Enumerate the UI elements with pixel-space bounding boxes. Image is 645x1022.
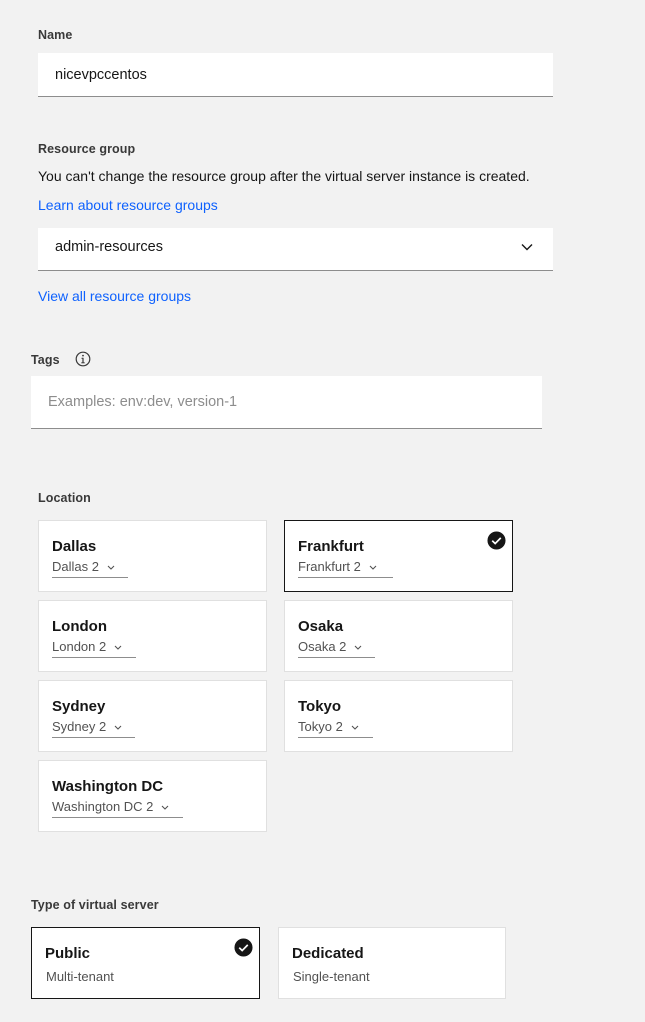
zone-dropdown[interactable]: Frankfurt 2: [298, 559, 393, 578]
chevron-down-icon: [351, 725, 359, 730]
location-city-name: Tokyo: [298, 698, 342, 715]
zone-dropdown-value: London 2: [52, 639, 107, 654]
location-city-name: Frankfurt: [298, 538, 364, 555]
chevron-down-icon: [114, 645, 122, 650]
resource-group-selected-value: admin-resources: [55, 239, 163, 255]
zone-dropdown-value: Sydney 2: [52, 719, 107, 734]
location-city-name: London: [52, 618, 107, 635]
chevron-down-icon: [369, 565, 377, 570]
zone-dropdown-value: Osaka 2: [298, 639, 347, 654]
location-tile-dallas[interactable]: Dallas Dallas 2: [38, 520, 267, 592]
server-type-subtitle: Single-tenant: [293, 969, 370, 984]
location-city-name: Osaka: [298, 618, 344, 635]
location-label: Location: [38, 491, 91, 505]
location-tile-tokyo[interactable]: Tokyo Tokyo 2: [284, 680, 513, 752]
name-label: Name: [38, 28, 73, 42]
zone-dropdown[interactable]: Dallas 2: [52, 559, 128, 578]
zone-dropdown-value: Dallas 2: [52, 559, 99, 574]
zone-dropdown[interactable]: Sydney 2: [52, 719, 135, 738]
checkmark-filled-icon: [234, 938, 253, 957]
zone-dropdown-value: Frankfurt 2: [298, 559, 361, 574]
chevron-down-icon: [521, 244, 533, 251]
checkmark-filled-icon: [487, 531, 506, 550]
name-input[interactable]: [38, 53, 553, 97]
view-all-resource-groups-link[interactable]: View all resource groups: [38, 288, 191, 304]
zone-dropdown[interactable]: Washington DC 2: [52, 799, 183, 818]
zone-dropdown[interactable]: Tokyo 2: [298, 719, 373, 738]
learn-about-resource-groups-link[interactable]: Learn about resource groups: [38, 197, 218, 213]
server-type-subtitle: Multi-tenant: [46, 969, 114, 984]
location-tile-frankfurt[interactable]: Frankfurt Frankfurt 2: [284, 520, 513, 592]
location-tile-osaka[interactable]: Osaka Osaka 2: [284, 600, 513, 672]
chevron-down-icon: [355, 645, 362, 650]
resource-group-select[interactable]: admin-resources: [38, 228, 553, 271]
server-type-tile-public[interactable]: Public Multi-tenant: [31, 927, 260, 999]
zone-dropdown[interactable]: Osaka 2: [298, 639, 375, 658]
chevron-down-icon: [114, 725, 122, 730]
server-type-title: Dedicated: [292, 945, 364, 962]
location-city-name: Washington DC: [52, 778, 164, 795]
resource-group-label: Resource group: [38, 142, 136, 156]
resource-group-helper-text: You can't change the resource group afte…: [38, 168, 530, 184]
information-icon[interactable]: [75, 351, 91, 367]
chevron-down-icon: [107, 565, 115, 570]
tags-input[interactable]: [31, 376, 542, 429]
location-tile-london[interactable]: London London 2: [38, 600, 267, 672]
tags-label: Tags: [31, 353, 60, 367]
server-type-tile-dedicated[interactable]: Dedicated Single-tenant: [278, 927, 506, 999]
location-city-name: Dallas: [52, 538, 97, 555]
server-type-label: Type of virtual server: [31, 898, 159, 912]
zone-dropdown-value: Tokyo 2: [298, 719, 343, 734]
server-type-title: Public: [45, 945, 91, 962]
location-tile-washington-dc[interactable]: Washington DC Washington DC 2: [38, 760, 267, 832]
chevron-down-icon: [162, 805, 169, 810]
zone-dropdown-value: Washington DC 2: [52, 799, 154, 814]
zone-dropdown[interactable]: London 2: [52, 639, 136, 658]
location-tile-sydney[interactable]: Sydney Sydney 2: [38, 680, 267, 752]
location-city-name: Sydney: [52, 698, 106, 715]
